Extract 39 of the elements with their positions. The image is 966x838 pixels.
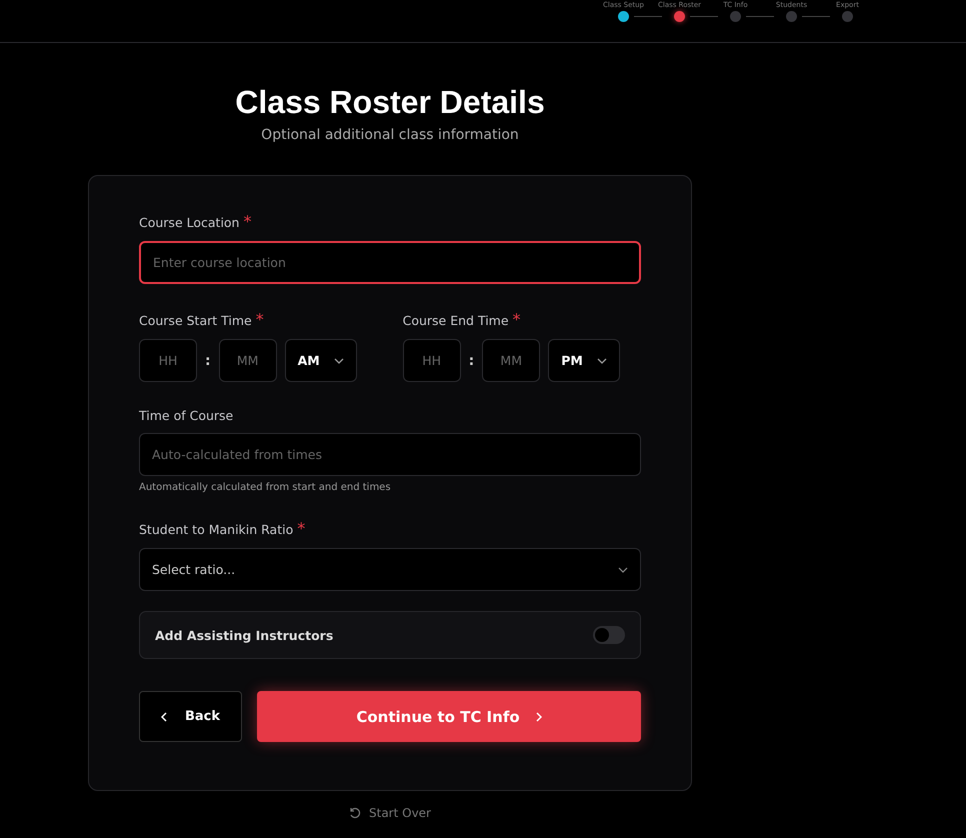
required-mark: *: [243, 212, 252, 231]
hour-field[interactable]: HH: [139, 339, 197, 382]
time-separator: :: [468, 352, 474, 368]
period-dropdown[interactable]: PM: [548, 339, 620, 382]
toggle-switch[interactable]: [593, 626, 625, 644]
toggle-label: Add Assisting Instructors: [155, 628, 334, 642]
ratio-dropdown[interactable]: Select ratio...: [139, 548, 641, 591]
time-separator: :: [205, 352, 211, 368]
minute-field[interactable]: MM: [482, 339, 540, 382]
continue-button[interactable]: Continue to TC Info: [257, 691, 641, 742]
field-label: Student to Manikin Ratio: [139, 522, 294, 537]
chevron-left-icon: [160, 712, 167, 722]
field-label: Course End Time: [402, 313, 509, 328]
chevron-down-icon: [334, 358, 344, 364]
period-dropdown[interactable]: AM: [284, 339, 357, 382]
field-hint: Automatically calculated from start and end times: [139, 482, 392, 493]
input-field[interactable]: Enter course location: [139, 241, 641, 284]
chevron-right-icon: [536, 712, 542, 722]
hour-field[interactable]: HH: [402, 339, 461, 382]
field-label: Course Start Time: [139, 313, 252, 328]
required-mark: *: [512, 310, 521, 329]
field-label: Course Location: [139, 215, 240, 230]
page-subtitle: Optional additional class information: [261, 127, 519, 143]
chevron-down-icon: [597, 358, 608, 364]
undo-icon: [349, 807, 361, 819]
step-dot[interactable]: [618, 11, 629, 22]
back-button[interactable]: Back: [139, 691, 242, 742]
input-field[interactable]: Auto-calculated from times: [139, 433, 641, 476]
page-title: Class Roster Details: [235, 83, 545, 121]
step-dot[interactable]: [786, 11, 797, 22]
step-dot[interactable]: [842, 11, 853, 22]
chevron-down-icon: [618, 566, 628, 572]
minute-field[interactable]: MM: [218, 339, 277, 382]
step-dot[interactable]: [730, 11, 741, 22]
step-dot[interactable]: [674, 11, 685, 22]
field-label: Time of Course: [139, 408, 234, 423]
required-mark: *: [297, 519, 306, 538]
start-over-link[interactable]: Start Over: [343, 805, 437, 821]
required-mark: *: [256, 310, 264, 329]
